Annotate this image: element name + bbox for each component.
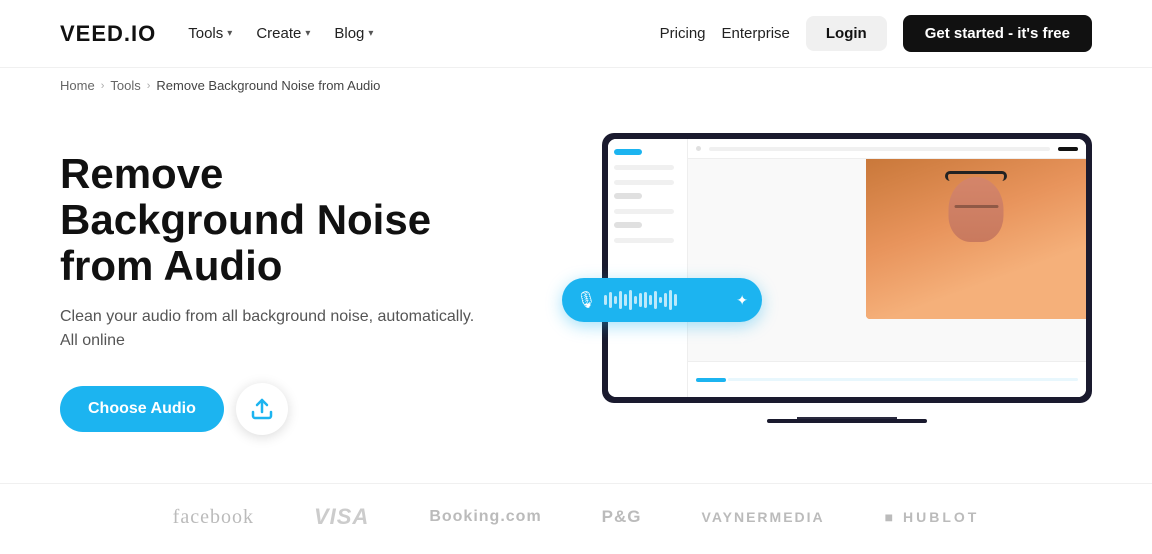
sidebar-line <box>614 209 674 214</box>
chevron-down-icon: ▾ <box>227 28 232 39</box>
timeline-track <box>728 378 1078 381</box>
laptop-screen <box>602 133 1092 403</box>
breadcrumb-separator: › <box>147 80 151 92</box>
navigation: VEED.IO Tools ▾ Create ▾ Blog ▾ Pricing … <box>0 0 1152 68</box>
wave-bar <box>624 294 627 306</box>
hero-actions: Choose Audio <box>60 383 480 435</box>
breadcrumb-separator: › <box>101 80 105 92</box>
brand-facebook: facebook <box>173 506 254 529</box>
topbar-action <box>1058 147 1078 151</box>
hero-illustration: 🎙 ✦ <box>532 133 1092 453</box>
nav-tools[interactable]: Tools ▾ <box>188 25 232 42</box>
pricing-link[interactable]: Pricing <box>660 25 706 42</box>
wave-bar <box>619 291 622 309</box>
wave-bar <box>614 296 617 304</box>
sidebar-line <box>614 165 674 170</box>
sidebar-item <box>614 149 642 155</box>
wave-bar <box>654 291 657 309</box>
person-photo <box>866 159 1086 319</box>
timeline-fill <box>696 378 726 382</box>
breadcrumb-home[interactable]: Home <box>60 78 95 93</box>
brand-hublot: ■ HUBLOT <box>885 509 980 525</box>
get-started-button[interactable]: Get started - it's free <box>903 15 1092 52</box>
sidebar-line <box>614 238 674 243</box>
nav-left: VEED.IO Tools ▾ Create ▾ Blog ▾ <box>60 21 373 47</box>
nav-create[interactable]: Create ▾ <box>256 25 310 42</box>
glasses-icon <box>954 205 998 208</box>
wave-bar <box>664 293 667 307</box>
login-button[interactable]: Login <box>806 16 887 51</box>
wave-bar <box>639 293 642 307</box>
nav-links: Tools ▾ Create ▾ Blog ▾ <box>188 25 373 42</box>
brand-vaynermedia: VAYNERMEDIA <box>702 509 825 525</box>
topbar-text <box>709 147 1050 151</box>
choose-audio-button[interactable]: Choose Audio <box>60 386 224 432</box>
wave-bar <box>674 294 677 306</box>
microphone-icon: 🎙 <box>576 290 596 310</box>
upload-icon <box>250 397 274 421</box>
brand-logos-section: facebook VISA Booking.com P&G VAYNERMEDI… <box>0 483 1152 554</box>
wave-bar <box>634 296 637 304</box>
hero-section: Remove Background Noise from Audio Clean… <box>0 103 1152 473</box>
hero-title: Remove Background Noise from Audio <box>60 151 480 290</box>
sparkle-icon: ✦ <box>736 292 748 309</box>
wave-bar <box>604 295 607 305</box>
wave-bar <box>669 290 672 310</box>
breadcrumb-tools[interactable]: Tools <box>110 78 140 93</box>
audio-wave <box>604 290 724 310</box>
wave-bar <box>649 295 652 305</box>
nav-blog[interactable]: Blog ▾ <box>334 25 373 42</box>
breadcrumb-current: Remove Background Noise from Audio <box>156 78 380 93</box>
timeline-bar <box>688 361 1086 397</box>
person-inner <box>866 159 1086 319</box>
app-main-area <box>688 139 1086 397</box>
brand-visa: VISA <box>314 504 369 530</box>
wave-bar <box>644 292 647 308</box>
laptop-screen-inner <box>608 139 1086 397</box>
sidebar-line <box>614 180 674 185</box>
chevron-down-icon: ▾ <box>368 28 373 39</box>
sidebar-item <box>614 222 642 228</box>
app-sidebar <box>608 139 688 397</box>
wave-bar <box>659 297 662 303</box>
person-head <box>949 177 1004 242</box>
enterprise-link[interactable]: Enterprise <box>722 25 790 42</box>
laptop-foot <box>767 419 927 423</box>
brand-booking: Booking.com <box>429 508 541 526</box>
breadcrumb: Home › Tools › Remove Background Noise f… <box>0 68 1152 103</box>
hero-content: Remove Background Noise from Audio Clean… <box>60 151 480 436</box>
upload-button[interactable] <box>236 383 288 435</box>
chevron-down-icon: ▾ <box>305 28 310 39</box>
audio-waveform-pill: 🎙 ✦ <box>562 278 762 322</box>
wave-bar <box>629 290 632 310</box>
brand-pg: P&G <box>602 507 642 527</box>
nav-right: Pricing Enterprise Login Get started - i… <box>660 15 1092 52</box>
hero-description: Clean your audio from all background noi… <box>60 305 480 353</box>
topbar-dot <box>696 146 701 151</box>
logo[interactable]: VEED.IO <box>60 21 156 47</box>
wave-bar <box>609 292 612 308</box>
sidebar-item <box>614 193 642 199</box>
headphones-icon <box>945 171 1007 181</box>
app-topbar <box>688 139 1086 159</box>
